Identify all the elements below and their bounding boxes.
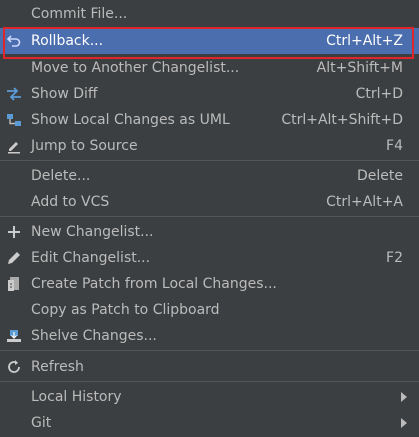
menu-item-shortcut: F4: [386, 138, 403, 154]
menu-item-label: Show Local Changes as UML: [31, 112, 230, 128]
menu-item-label: Commit File...: [31, 6, 128, 22]
menu-item-local-history[interactable]: Local History: [0, 384, 419, 410]
menu-item-label: Copy as Patch to Clipboard: [31, 302, 220, 318]
uml-diagram-icon: [5, 111, 23, 129]
shelve-icon: [5, 327, 23, 345]
submenu-arrow-icon: [401, 418, 407, 428]
menu-separator: [0, 160, 419, 161]
menu-item-create-patch[interactable]: Create Patch from Local Changes...: [0, 271, 419, 297]
pencil-edit-icon: [5, 137, 23, 155]
menu-item-label: New Changelist...: [31, 224, 154, 240]
menu-item-copy-patch[interactable]: Copy as Patch to Clipboard: [0, 297, 419, 323]
menu-item-label: Jump to Source: [31, 138, 138, 154]
menu-item-shortcut: Ctrl+D: [355, 86, 403, 102]
menu-item-shortcut: Ctrl+Alt+Shift+D: [281, 112, 403, 128]
menu-item-jump-to-source[interactable]: Jump to Source F4: [0, 133, 419, 159]
menu-item-label: Git: [31, 415, 52, 431]
menu-item-label: Move to Another Changelist...: [31, 60, 240, 76]
menu-item-shortcut: F2: [386, 250, 403, 266]
menu-item-shelve-changes[interactable]: Shelve Changes...: [0, 323, 419, 349]
menu-item-rollback[interactable]: Rollback... Ctrl+Alt+Z: [0, 28, 419, 54]
menu-item-label: Rollback...: [31, 33, 104, 49]
submenu-arrow-icon: [401, 392, 407, 402]
menu-item-label: Refresh: [31, 359, 84, 375]
menu-item-shortcut: Ctrl+Alt+Z: [326, 33, 403, 49]
menu-item-refresh[interactable]: Refresh: [0, 354, 419, 380]
menu-separator: [0, 350, 419, 351]
menu-item-git[interactable]: Git: [0, 410, 419, 436]
menu-item-edit-changelist[interactable]: Edit Changelist... F2: [0, 245, 419, 271]
menu-item-label: Delete...: [31, 168, 91, 184]
menu-item-shortcut: Delete: [357, 168, 403, 184]
menu-item-commit-file[interactable]: Commit File...: [0, 1, 419, 27]
pencil-icon: [5, 249, 23, 267]
menu-item-label: Local History: [31, 389, 122, 405]
menu-separator: [0, 381, 419, 382]
refresh-icon: [5, 358, 23, 376]
menu-item-label: Add to VCS: [31, 194, 110, 210]
menu-separator: [0, 216, 419, 217]
plus-icon: [5, 223, 23, 241]
menu-item-label: Shelve Changes...: [31, 328, 157, 344]
menu-item-label: Edit Changelist...: [31, 250, 151, 266]
menu-item-label: Create Patch from Local Changes...: [31, 276, 277, 292]
menu-item-add-to-vcs[interactable]: Add to VCS Ctrl+Alt+A: [0, 189, 419, 215]
menu-item-shortcut: Ctrl+Alt+A: [326, 194, 403, 210]
menu-item-delete[interactable]: Delete... Delete: [0, 163, 419, 189]
context-menu: Commit File... Rollback... Ctrl+Alt+Z Mo…: [0, 0, 419, 437]
undo-arrow-icon: [5, 32, 23, 50]
menu-item-label: Show Diff: [31, 86, 98, 102]
menu-item-show-diff[interactable]: Show Diff Ctrl+D: [0, 81, 419, 107]
diff-arrows-icon: [5, 85, 23, 103]
menu-item-new-changelist[interactable]: New Changelist...: [0, 219, 419, 245]
menu-item-move-changelist[interactable]: Move to Another Changelist... Alt+Shift+…: [0, 55, 419, 81]
patch-file-icon: [5, 275, 23, 293]
menu-item-shortcut: Alt+Shift+M: [316, 60, 403, 76]
menu-item-show-uml[interactable]: Show Local Changes as UML Ctrl+Alt+Shift…: [0, 107, 419, 133]
